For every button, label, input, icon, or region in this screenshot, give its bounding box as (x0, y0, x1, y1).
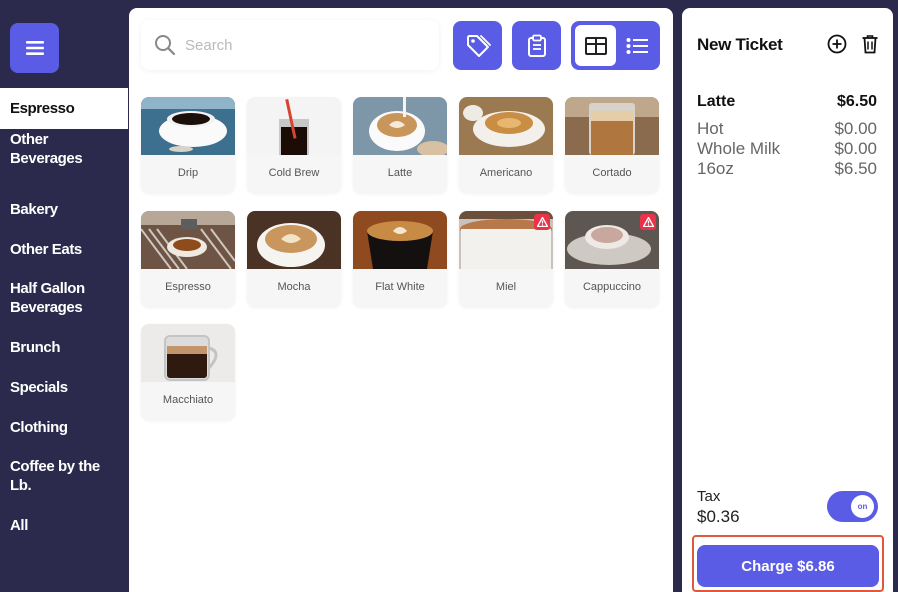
product-image (353, 211, 447, 269)
product-name: Miel (495, 281, 517, 293)
ticket-title: New Ticket (697, 35, 783, 54)
product-name: Drip (177, 167, 199, 179)
modifier-price: $0.00 (834, 139, 877, 158)
product-name: Espresso (165, 281, 211, 293)
category-other-beverages[interactable]: Other Beverages (0, 129, 128, 169)
category-list: Espresso Other Beverages Bakery Other Ea… (0, 88, 128, 545)
product-image (141, 97, 235, 155)
category-coffee-by-the-lb[interactable]: Coffee by the Lb. (0, 456, 128, 496)
product-tile[interactable]: Flat White (353, 211, 447, 307)
add-ticket-button[interactable] (827, 34, 847, 54)
category-label: Bakery (10, 200, 58, 218)
search-bar[interactable] (141, 20, 439, 70)
category-brunch[interactable]: Brunch (0, 327, 128, 367)
product-name: Flat White (375, 281, 425, 293)
product-tile[interactable]: Drip (141, 97, 235, 193)
list-view-button[interactable] (618, 25, 656, 66)
hamburger-icon (25, 41, 44, 55)
category-label: All (10, 516, 28, 534)
warning-badge (534, 214, 550, 230)
category-label: Espresso (10, 100, 75, 117)
warning-icon (536, 217, 548, 227)
ticket-panel: New Ticket Latte $6.50 Hot $0.00 Whole M… (682, 8, 893, 592)
list-view-icon (626, 37, 648, 54)
product-image (247, 211, 341, 269)
tax-value: $0.36 (697, 507, 740, 526)
category-specials[interactable]: Specials (0, 367, 128, 407)
charge-button[interactable]: Charge $6.86 (697, 545, 879, 587)
category-label: Coffee by the Lb. (10, 458, 100, 494)
orders-button[interactable] (512, 21, 561, 70)
category-label: Specials (10, 378, 68, 396)
category-label: Clothing (10, 418, 68, 436)
category-label: Other Eats (10, 240, 82, 258)
product-image (247, 97, 341, 155)
product-tile[interactable]: Mocha (247, 211, 341, 307)
product-tile[interactable]: Latte (353, 97, 447, 193)
product-image (353, 97, 447, 155)
product-panel: Drip Cold Brew Latte Americano Cortado (129, 8, 673, 592)
category-half-gallon-beverages[interactable]: Half Gallon Beverages (0, 278, 128, 318)
trash-icon (862, 35, 878, 54)
product-image (141, 211, 235, 269)
grid-view-button[interactable] (575, 25, 616, 66)
grid-view-icon (584, 36, 607, 55)
product-tile[interactable]: Espresso (141, 211, 235, 307)
category-sidebar: Espresso Other Beverages Bakery Other Ea… (0, 0, 128, 592)
search-icon (155, 35, 176, 56)
warning-badge (640, 214, 656, 230)
menu-button[interactable] (10, 23, 59, 73)
product-name: Cappuccino (582, 281, 642, 293)
modifier-price: $6.50 (834, 159, 877, 178)
line-item-name[interactable]: Latte (697, 93, 735, 111)
product-tile[interactable]: Cortado (565, 97, 659, 193)
category-label: Brunch (10, 338, 61, 356)
product-tile[interactable]: Cold Brew (247, 97, 341, 193)
view-toggle (571, 21, 660, 70)
warning-icon (642, 217, 654, 227)
product-image (141, 324, 235, 382)
category-all[interactable]: All (0, 505, 128, 545)
product-name: Macchiato (162, 394, 214, 406)
product-image (565, 97, 659, 155)
modifier-row: Whole Milk $0.00 (697, 139, 877, 159)
modifier-row: Hot $0.00 (697, 119, 877, 139)
category-espresso[interactable]: Espresso (0, 88, 128, 129)
modifier-name: 16oz (697, 159, 734, 178)
modifier-row: 16oz $6.50 (697, 159, 877, 179)
plus-circle-icon (827, 34, 847, 54)
product-name: Latte (387, 167, 413, 179)
category-label: Half Gallon Beverages (10, 280, 85, 316)
product-tile[interactable]: Cappuccino (565, 211, 659, 307)
modifier-price: $0.00 (834, 119, 877, 138)
category-clothing[interactable]: Clothing (0, 407, 128, 447)
clipboard-icon (527, 34, 546, 57)
discounts-button[interactable] (453, 21, 502, 70)
tax-toggle[interactable]: on (827, 491, 878, 522)
product-name: Americano (479, 167, 533, 179)
product-name: Cortado (592, 167, 632, 179)
search-input[interactable] (185, 36, 425, 54)
product-image (459, 97, 553, 155)
category-other-eats[interactable]: Other Eats (0, 229, 128, 269)
category-bakery[interactable]: Bakery (0, 189, 128, 229)
product-name: Cold Brew (268, 167, 320, 179)
modifier-name: Whole Milk (697, 139, 781, 158)
line-item-price: $6.50 (836, 93, 877, 110)
product-tile[interactable]: Macchiato (141, 324, 235, 420)
product-tile[interactable]: Miel (459, 211, 553, 307)
category-label: Other Beverages (10, 131, 83, 167)
product-name: Mocha (277, 281, 311, 293)
product-tile[interactable]: Americano (459, 97, 553, 193)
toggle-knob: on (851, 495, 874, 518)
delete-ticket-button[interactable] (860, 34, 880, 54)
tag-icon (466, 34, 491, 57)
tax-label: Tax (697, 488, 721, 505)
modifier-name: Hot (697, 119, 724, 138)
